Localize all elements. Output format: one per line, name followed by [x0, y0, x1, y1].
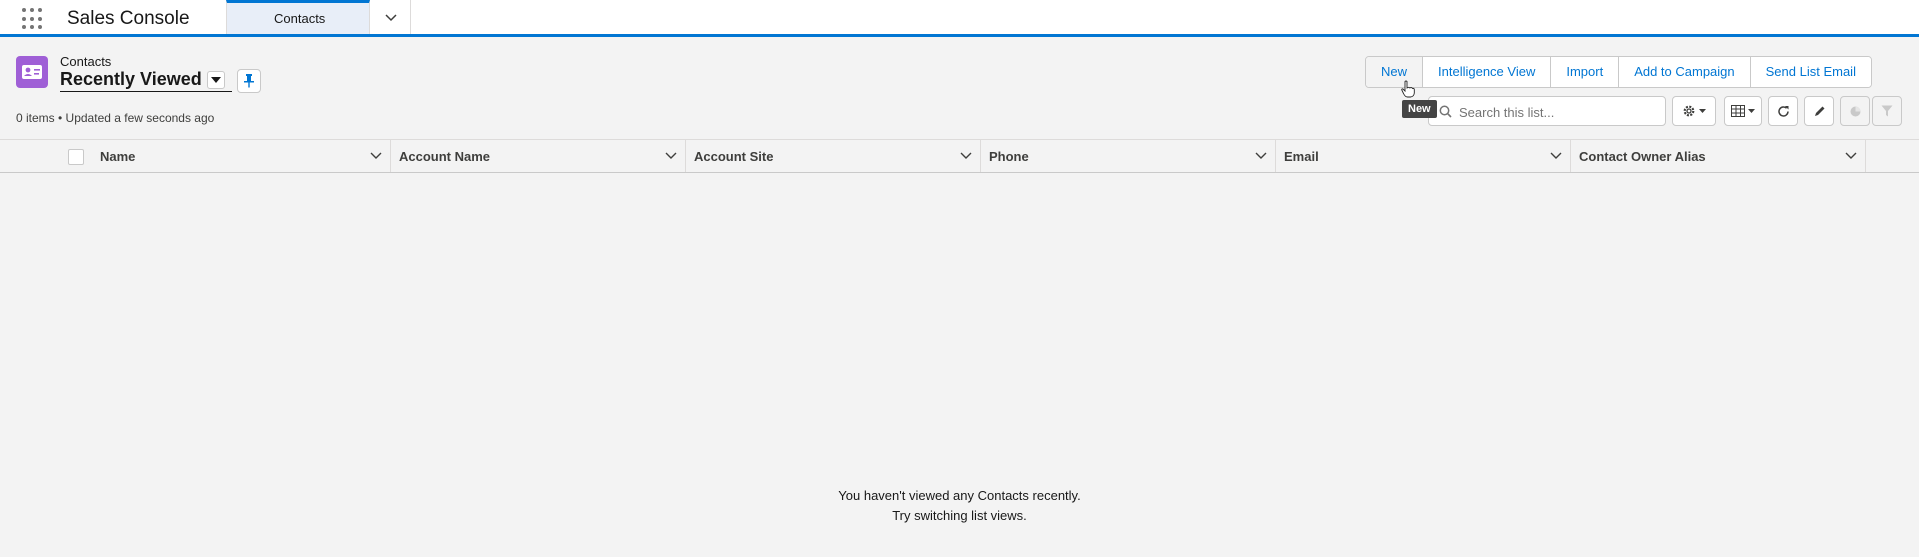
charts-button[interactable] [1840, 96, 1870, 126]
list-view-dropdown[interactable] [207, 71, 225, 89]
chevron-down-icon[interactable] [1255, 150, 1267, 160]
pin-icon [244, 74, 254, 88]
chevron-down-icon[interactable] [1845, 150, 1857, 160]
edit-icon [1814, 106, 1824, 116]
chevron-down-icon [1699, 108, 1706, 113]
column-header-contact-owner-alias[interactable]: Contact Owner Alias [1571, 140, 1866, 172]
app-launcher-icon[interactable] [22, 8, 44, 30]
chevron-down-icon [1748, 108, 1755, 113]
chevron-down-icon[interactable] [370, 150, 382, 160]
list-view-title[interactable]: Recently Viewed [60, 69, 232, 92]
contact-icon [16, 56, 48, 88]
table-icon [1731, 105, 1745, 117]
object-label: Contacts [60, 54, 112, 69]
add-to-campaign-button[interactable]: Add to Campaign [1618, 57, 1750, 87]
import-button[interactable]: Import [1550, 57, 1619, 87]
chevron-down-icon[interactable] [1550, 150, 1562, 160]
refresh-button[interactable] [1768, 96, 1798, 126]
list-status: 0 items • Updated a few seconds ago [16, 111, 215, 125]
intelligence-view-button[interactable]: Intelligence View [1422, 57, 1551, 87]
table-header: Name Account Name Account Site Phone Ema… [0, 139, 1919, 173]
search-box [1428, 96, 1666, 126]
column-header-account-name[interactable]: Account Name [391, 140, 686, 172]
pin-button[interactable] [237, 69, 261, 93]
select-all-checkbox[interactable] [68, 149, 84, 165]
list-settings-button[interactable] [1672, 96, 1716, 126]
empty-state-hint: Try switching list views. [892, 508, 1027, 523]
chevron-down-icon [384, 14, 397, 22]
filter-icon [1881, 105, 1893, 117]
app-name: Sales Console [67, 8, 190, 29]
new-tooltip: New [1402, 100, 1437, 118]
tab-contacts[interactable]: Contacts [226, 0, 370, 34]
search-input[interactable] [1459, 102, 1659, 122]
column-header-name[interactable]: Name [92, 140, 391, 172]
display-as-button[interactable] [1724, 96, 1762, 126]
gear-icon [1683, 105, 1695, 117]
column-header-phone[interactable]: Phone [981, 140, 1276, 172]
chevron-down-icon[interactable] [960, 150, 972, 160]
tab-menu-button[interactable] [371, 0, 411, 34]
action-button-group: New Intelligence View Import Add to Camp… [1365, 56, 1872, 88]
send-list-email-button[interactable]: Send List Email [1749, 57, 1871, 87]
column-header-email[interactable]: Email [1276, 140, 1571, 172]
top-nav: Sales Console Contacts [0, 0, 1919, 37]
chart-icon [1850, 106, 1860, 116]
search-icon [1439, 105, 1452, 118]
chevron-down-icon[interactable] [665, 150, 677, 160]
chevron-down-icon [211, 77, 221, 83]
tab-label: Contacts [274, 11, 326, 26]
hand-cursor-icon [1401, 80, 1415, 98]
empty-state-message: You haven't viewed any Contacts recently… [838, 488, 1081, 503]
inline-edit-button[interactable] [1804, 96, 1834, 126]
refresh-icon [1777, 105, 1789, 117]
column-header-account-site[interactable]: Account Site [686, 140, 981, 172]
filter-button[interactable] [1872, 96, 1902, 126]
